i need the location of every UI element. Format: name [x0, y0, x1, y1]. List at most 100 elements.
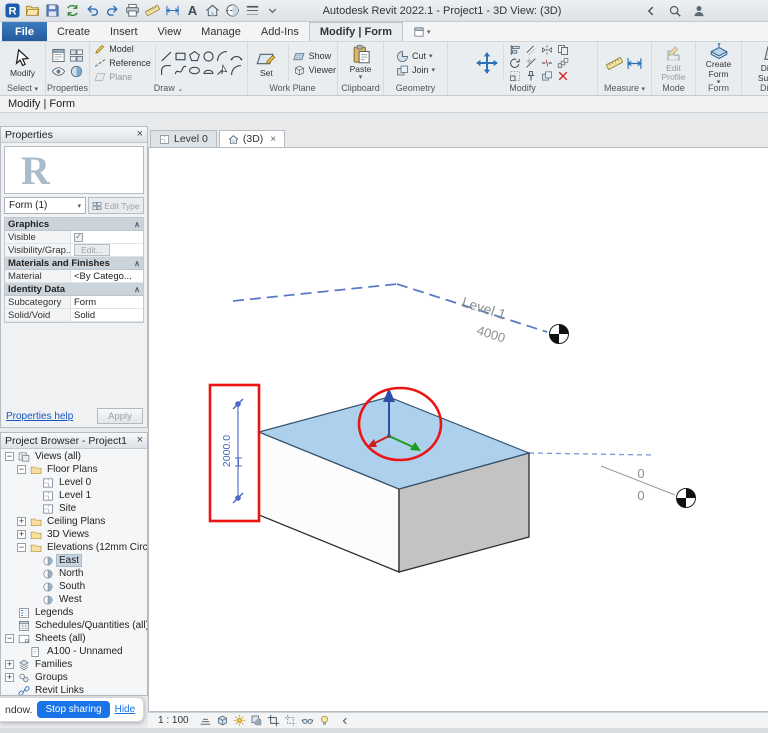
edit-type-button[interactable]: Edit Type [88, 197, 144, 214]
home-3d-icon[interactable] [204, 2, 221, 19]
ribbon-tab-manage[interactable]: Manage [191, 22, 251, 41]
collapse-icon[interactable]: ∧ [134, 285, 140, 294]
panel-label-form[interactable]: Form [697, 83, 740, 95]
properties-icon[interactable] [50, 48, 67, 63]
browser-item-level-1[interactable]: Level 1 [1, 489, 147, 502]
dropdown-icon[interactable] [264, 2, 281, 19]
reveal-hidden-icon[interactable] [318, 714, 332, 728]
join-geometry-icon[interactable] [540, 70, 555, 82]
checkbox[interactable]: ✓ [74, 233, 83, 242]
trim-icon[interactable] [524, 57, 539, 69]
visibility-graphics-icon[interactable] [50, 64, 67, 79]
fillet-arc-icon[interactable] [160, 64, 173, 77]
rotate-icon[interactable] [508, 57, 523, 69]
crop-visibility-icon[interactable] [284, 714, 298, 728]
level-1-label[interactable]: Level 1 [460, 294, 508, 323]
browser-item-3d-views[interactable]: +3D Views [1, 528, 147, 541]
edit-profile-button[interactable]: Edit Profile [654, 44, 694, 83]
type-selector[interactable]: Form (1) ▾ [4, 197, 86, 214]
polygon-icon[interactable] [188, 50, 201, 63]
property-value[interactable]: Edit... [71, 244, 143, 256]
spot-elevation-top[interactable]: 0 [637, 466, 644, 481]
join-geometry-button[interactable]: Join ▾ [396, 64, 435, 77]
modify-button[interactable]: Modify [3, 48, 43, 78]
measure-icon[interactable] [606, 55, 623, 72]
split-icon[interactable] [540, 57, 555, 69]
browser-item-west[interactable]: West [1, 593, 147, 606]
family-types-icon[interactable] [68, 48, 85, 63]
ribbon-tab-add-ins[interactable]: Add-Ins [251, 22, 309, 41]
properties-help-link[interactable]: Properties help [6, 411, 73, 422]
array-icon[interactable] [556, 57, 571, 69]
open-icon[interactable] [24, 2, 41, 19]
text-icon[interactable]: A [184, 2, 201, 19]
level-0-head[interactable] [677, 489, 696, 508]
browser-item-groups[interactable]: +Groups [1, 671, 147, 684]
create-form-button[interactable]: Create Form ▾ [699, 43, 739, 83]
show-work-plane-button[interactable]: Show [293, 50, 336, 63]
tangent-arc-icon[interactable] [230, 50, 243, 63]
level-1-line[interactable] [233, 284, 397, 301]
property-group-identity-data[interactable]: Identity Data∧ [5, 283, 143, 296]
save-icon[interactable] [44, 2, 61, 19]
close-icon[interactable]: × [137, 435, 143, 446]
property-value[interactable]: <By Catego... [71, 270, 143, 282]
view-tab-3d[interactable]: (3D) × [219, 130, 285, 147]
model-line-button[interactable]: Model [94, 43, 151, 56]
search-icon[interactable] [667, 3, 682, 18]
ribbon-tab-insert[interactable]: Insert [100, 22, 148, 41]
ribbon-tab-file[interactable]: File [2, 22, 47, 41]
panel-label-work-plane[interactable]: Work Plane [249, 83, 336, 95]
half-ellipse-icon[interactable] [202, 64, 215, 77]
browser-item-east[interactable]: East [1, 554, 147, 567]
reference-line-button[interactable]: Reference [94, 57, 151, 70]
section-icon[interactable] [224, 2, 241, 19]
browser-item-legends[interactable]: Legends [1, 606, 147, 619]
panel-label-draw[interactable]: Draw ⌄ [91, 83, 246, 95]
panel-label-measure[interactable]: Measure ▾ [599, 83, 650, 95]
spot-elevation-bottom[interactable]: 0 [637, 488, 644, 503]
mirror-icon[interactable] [540, 44, 555, 56]
expand-icon[interactable]: + [17, 530, 26, 539]
browser-item-level-0[interactable]: Level 0 [1, 476, 147, 489]
ribbon-tab-create[interactable]: Create [47, 22, 100, 41]
dimension-2000[interactable]: 2000.0 [221, 399, 243, 503]
dimension-icon[interactable] [164, 2, 181, 19]
measure-icon[interactable] [144, 2, 161, 19]
panel-label-select[interactable]: Select ▾ [1, 83, 44, 95]
materials-icon[interactable] [68, 64, 85, 79]
panel-label-modify[interactable]: Modify [449, 83, 596, 95]
apply-button[interactable]: Apply [97, 408, 143, 424]
revit-logo-icon[interactable]: R [4, 2, 21, 19]
panel-label-clipboard[interactable]: Clipboard [339, 83, 382, 95]
collapse-icon[interactable]: − [17, 465, 26, 474]
browser-item-revit-links[interactable]: Revit Links [1, 684, 147, 695]
properties-header[interactable]: Properties × [1, 127, 147, 143]
user-icon[interactable] [691, 3, 706, 18]
property-group-graphics[interactable]: Graphics∧ [5, 218, 143, 231]
close-tab-icon[interactable]: × [270, 134, 276, 145]
view-tab-level-0[interactable]: Level 0 [150, 130, 217, 147]
plane-button[interactable]: Plane [94, 71, 151, 84]
browser-item-sheets-all[interactable]: −Sheets (all) [1, 632, 147, 645]
expand-icon[interactable]: + [5, 673, 14, 682]
ribbon-tab-modify-form[interactable]: Modify | Form [309, 22, 403, 41]
chevron-left-icon[interactable] [340, 716, 350, 726]
collapse-icon[interactable]: ∧ [134, 220, 140, 229]
paste-button[interactable]: Paste ▾ [341, 44, 381, 82]
panel-label-geometry[interactable]: Geometry [385, 83, 446, 95]
scale-icon[interactable] [508, 70, 523, 82]
browser-item-site[interactable]: Site [1, 502, 147, 515]
sun-path-icon[interactable] [233, 714, 247, 728]
expand-icon[interactable]: + [5, 660, 14, 669]
panel-label-mode[interactable]: Mode [653, 83, 694, 95]
project-browser-header[interactable]: Project Browser - Project1 × [1, 433, 147, 449]
collapse-icon[interactable]: − [5, 634, 14, 643]
viewer-button[interactable]: Viewer [293, 64, 336, 77]
property-value[interactable]: ✓ [71, 231, 143, 243]
close-icon[interactable]: × [137, 129, 143, 140]
spline-icon[interactable] [174, 64, 187, 77]
browser-item-north[interactable]: North [1, 567, 147, 580]
offset-icon[interactable] [524, 44, 539, 56]
browser-item-ceiling-plans[interactable]: +Ceiling Plans [1, 515, 147, 528]
